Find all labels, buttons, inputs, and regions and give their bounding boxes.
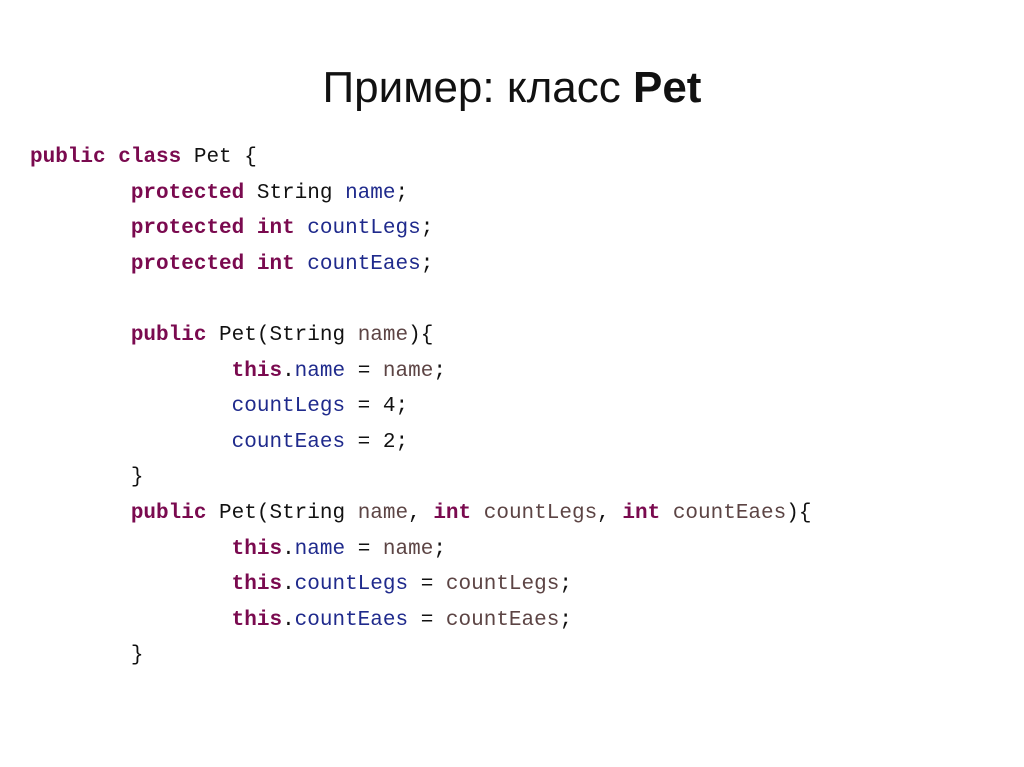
slide-title-prefix: Пример: класс: [322, 63, 633, 112]
code-field: countEaes: [307, 252, 421, 276]
code-keyword: int: [256, 252, 295, 276]
code-line: protected int countEaes;: [30, 247, 811, 283]
code-text: ;: [559, 573, 572, 597]
code-text: = 2;: [345, 430, 409, 454]
code-field: countLegs: [307, 217, 421, 241]
code-line: this.countEaes = countEaes;: [30, 603, 811, 639]
code-text: String: [244, 181, 346, 205]
code-text: Pet {: [181, 146, 257, 169]
code-text: .: [282, 608, 295, 632]
code-text: Pet(String: [206, 323, 358, 347]
code-field: name: [294, 359, 346, 383]
code-line: public class Pet {: [30, 140, 811, 176]
code-parameter: name: [357, 501, 409, 525]
code-parameter: name: [382, 537, 434, 561]
code-text: ;: [433, 359, 446, 383]
code-parameter: countLegs: [445, 573, 560, 597]
code-line: this.countLegs = countLegs;: [30, 567, 811, 603]
code-keyword: int: [433, 501, 472, 525]
code-parameter: countEaes: [672, 501, 787, 525]
code-keyword: int: [622, 501, 661, 525]
code-keyword: this: [231, 608, 283, 632]
code-text: ,: [597, 501, 623, 525]
slide-title-class-name: Pet: [632, 63, 702, 112]
code-text: ;: [420, 217, 434, 241]
code-text: =: [408, 608, 446, 632]
code-keyword: this: [231, 573, 283, 597]
code-parameter: countLegs: [483, 501, 598, 525]
code-text: ;: [433, 537, 446, 561]
code-field: name: [345, 181, 396, 205]
code-line: protected int countLegs;: [30, 211, 811, 247]
code-keyword: protected: [130, 252, 245, 276]
code-text: .: [282, 537, 295, 561]
code-text: .: [282, 359, 295, 383]
code-keyword: protected: [130, 217, 245, 241]
code-keyword: public: [30, 146, 106, 169]
code-keyword: class: [118, 146, 182, 169]
code-line: }: [30, 460, 811, 496]
code-text: ){: [786, 501, 812, 525]
code-line: this.name = name;: [30, 354, 811, 390]
code-keyword: public: [130, 323, 207, 347]
code-line: countLegs = 4;: [30, 389, 811, 425]
code-parameter: countEaes: [445, 608, 560, 632]
code-parameter: name: [382, 359, 434, 383]
code-block: public class Pet { protected String name…: [30, 140, 811, 674]
code-text: .: [282, 573, 295, 597]
code-text: }: [30, 466, 144, 490]
code-line: }: [30, 638, 811, 674]
code-text: ;: [395, 181, 409, 205]
code-field: countEaes: [231, 430, 346, 454]
code-text: Pet(String: [206, 501, 358, 525]
code-text: =: [345, 359, 383, 383]
code-text: ){: [408, 323, 434, 347]
code-keyword: protected: [130, 181, 245, 205]
code-line: this.name = name;: [30, 532, 811, 568]
code-line: protected String name;: [30, 176, 811, 212]
code-parameter: name: [357, 323, 409, 347]
code-text: =: [345, 537, 383, 561]
code-text: =: [408, 573, 446, 597]
code-text: }: [30, 644, 144, 668]
code-line: countEaes = 2;: [30, 425, 811, 461]
code-keyword: this: [231, 359, 283, 383]
code-text: ;: [559, 608, 572, 632]
slide-title: Пример: класс Pet: [0, 58, 1024, 118]
code-field: countLegs: [231, 395, 346, 419]
code-text: ;: [420, 252, 434, 276]
code-field: countEaes: [294, 608, 409, 632]
code-line: public Pet(String name, int countLegs, i…: [30, 496, 812, 532]
code-text: ,: [408, 501, 434, 525]
code-field: countLegs: [294, 573, 409, 597]
code-keyword: int: [256, 217, 295, 241]
code-keyword: this: [231, 537, 283, 561]
code-field: name: [294, 537, 346, 561]
code-text: = 4;: [345, 395, 409, 419]
code-line: public Pet(String name){: [30, 318, 811, 354]
code-keyword: public: [130, 501, 207, 525]
